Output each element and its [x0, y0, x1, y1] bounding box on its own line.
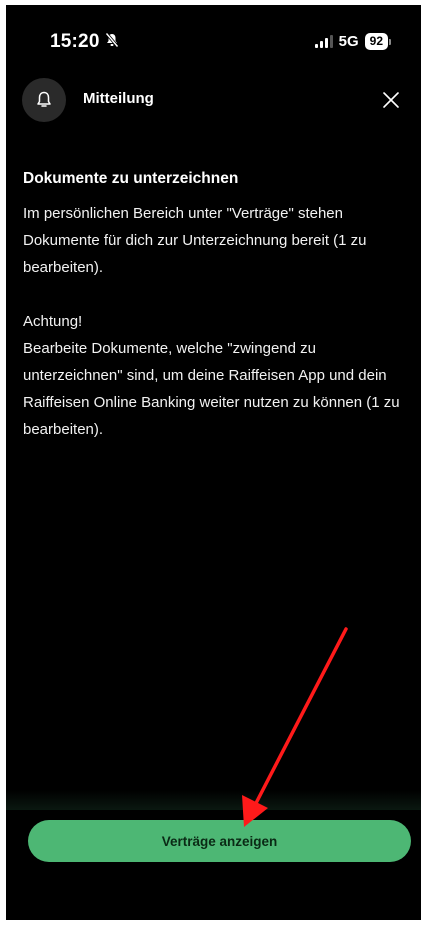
status-time-group: 15:20 — [50, 31, 120, 53]
status-indicators: 5G 92 — [314, 33, 391, 50]
battery-level: 92 — [364, 33, 388, 50]
annotation-arrow — [242, 627, 348, 827]
battery-icon: 92 — [364, 33, 391, 50]
warning-heading: Achtung! — [23, 313, 83, 330]
bell-icon — [22, 78, 66, 122]
notification-content: Dokumente zu unterzeichnen Im persönlich… — [23, 168, 409, 443]
notification-paragraph-1: Im persönlichen Bereich unter "Verträge"… — [23, 205, 367, 276]
header-title: Mitteilung — [83, 90, 154, 107]
bell-slash-icon — [104, 32, 120, 53]
notification-paragraph-2: Bearbeite Dokumente, welche "zwingend zu… — [23, 340, 400, 438]
close-icon — [383, 92, 399, 108]
signal-icon — [314, 35, 333, 48]
notification-header: Mitteilung — [22, 78, 405, 122]
screen: 15:20 5G 92 Mitteilung Dokumente zu unte… — [6, 5, 421, 920]
show-contracts-button[interactable]: Verträge anzeigen — [28, 820, 411, 862]
close-button[interactable] — [379, 88, 403, 112]
network-label: 5G — [338, 33, 359, 50]
status-bar: 15:20 5G 92 — [6, 5, 421, 75]
notification-title: Dokumente zu unterzeichnen — [23, 170, 239, 187]
status-time: 15:20 — [50, 31, 100, 52]
